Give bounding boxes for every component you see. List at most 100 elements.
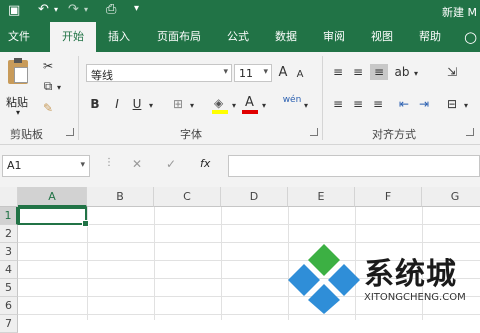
watermark-text: 系统城	[364, 257, 457, 292]
column-header[interactable]: C	[154, 187, 221, 207]
align-middle-icon[interactable]: ≡	[350, 64, 366, 80]
ribbon: 粘贴 ▾ ✂ ⧉ ▾ ✎ 剪贴板 等线 ▾ 11 ▾ A A B I U ▾ ⊞…	[0, 52, 480, 145]
decrease-font-size-button[interactable]: A	[294, 67, 306, 83]
tab-insert[interactable]: 插入	[100, 22, 138, 52]
orientation-dropdown-icon[interactable]: ▾	[412, 66, 420, 82]
name-box-value: A1	[7, 159, 22, 172]
alignment-group-label: 对齐方式	[372, 128, 416, 141]
align-bottom-icon[interactable]: ≡	[370, 64, 388, 80]
font-size-combo[interactable]: 11 ▾	[234, 64, 272, 82]
font-group-label: 字体	[180, 128, 202, 141]
column-header[interactable]: E	[288, 187, 355, 207]
redo-dropdown-icon[interactable]: ▾	[84, 5, 88, 14]
row-header[interactable]: 3	[0, 243, 18, 261]
tab-file[interactable]: 文件	[2, 22, 36, 52]
undo-icon[interactable]: ↶	[38, 2, 49, 17]
tab-data[interactable]: 数据	[268, 22, 304, 52]
align-right-icon[interactable]: ≡	[370, 96, 386, 112]
watermark-logo	[288, 244, 360, 314]
font-name-combo[interactable]: 等线 ▾	[86, 64, 232, 82]
underline-button[interactable]: U	[130, 96, 144, 112]
column-header[interactable]: F	[355, 187, 422, 207]
copy-icon[interactable]: ⧉	[40, 78, 56, 94]
column-header[interactable]: A	[18, 187, 87, 207]
fill-handle[interactable]	[82, 220, 89, 227]
print-preview-icon[interactable]: ⎙	[106, 2, 116, 17]
customize-qat-icon[interactable]: ▾	[134, 3, 139, 14]
cut-icon[interactable]: ✂	[40, 58, 56, 74]
tab-page-layout[interactable]: 页面布局	[150, 22, 208, 52]
redo-icon[interactable]: ↷	[68, 2, 79, 17]
orientation-icon[interactable]: ab	[394, 64, 410, 80]
document-title: 新建 M	[442, 6, 477, 19]
group-divider	[78, 56, 79, 140]
align-top-icon[interactable]: ≡	[330, 64, 346, 80]
grid-line	[18, 314, 480, 315]
tab-formulas[interactable]: 公式	[220, 22, 256, 52]
tab-home[interactable]: 开始	[50, 22, 96, 52]
font-size-value: 11	[239, 67, 253, 80]
tab-review[interactable]: 审阅	[316, 22, 352, 52]
column-header[interactable]: B	[87, 187, 154, 207]
format-painter-icon[interactable]: ✎	[40, 100, 56, 116]
row-header[interactable]: 2	[0, 225, 18, 243]
row-header[interactable]: 7	[0, 315, 18, 333]
decrease-indent-icon[interactable]: ⇤	[396, 96, 412, 112]
phonetic-dropdown-icon[interactable]: ▾	[302, 98, 310, 114]
font-launcher-icon[interactable]	[310, 128, 318, 136]
font-name-value: 等线	[91, 69, 113, 82]
grid-line	[18, 242, 480, 243]
row-header[interactable]: 4	[0, 261, 18, 279]
italic-button[interactable]: I	[110, 96, 124, 112]
title-bar: ▣ ↶ ▾ ↷ ▾ ⎙ ▾ 新建 M	[0, 0, 480, 22]
select-all-corner[interactable]	[0, 187, 18, 207]
paste-dropdown-icon[interactable]: ▾	[16, 108, 20, 117]
paste-button[interactable]: 粘贴 ▾	[4, 58, 34, 117]
clipboard-icon	[8, 58, 28, 84]
copy-dropdown-icon[interactable]: ▾	[55, 80, 63, 96]
chevron-down-icon: ▾	[80, 160, 85, 170]
row-header[interactable]: 6	[0, 297, 18, 315]
insert-function-button[interactable]: fx	[200, 157, 210, 170]
wrap-text-icon[interactable]: ⇲	[444, 64, 460, 80]
merge-center-icon[interactable]: ⊟	[444, 96, 460, 112]
watermark-subtext: XITONGCHENG.COM	[364, 292, 466, 303]
undo-dropdown-icon[interactable]: ▾	[54, 5, 58, 14]
clipboard-launcher-icon[interactable]	[66, 128, 74, 136]
font-color-icon[interactable]: A	[242, 95, 258, 114]
align-left-icon[interactable]: ≡	[330, 96, 346, 112]
chevron-down-icon: ▾	[223, 67, 228, 77]
alignment-launcher-icon[interactable]	[466, 128, 474, 136]
borders-dropdown-icon[interactable]: ▾	[188, 98, 196, 114]
tell-me-lightbulb-icon[interactable]: ○	[464, 28, 477, 46]
align-center-icon[interactable]: ≡	[350, 96, 366, 112]
formula-input[interactable]	[228, 155, 480, 177]
active-cell-a1[interactable]	[18, 207, 89, 227]
merge-dropdown-icon[interactable]: ▾	[462, 98, 470, 114]
increase-indent-icon[interactable]: ⇥	[416, 96, 432, 112]
formula-bar-grip-icon[interactable]: ⋮	[104, 157, 114, 168]
name-box[interactable]: A1 ▾	[2, 155, 90, 177]
tab-help[interactable]: 帮助	[412, 22, 448, 52]
tab-view[interactable]: 视图	[364, 22, 400, 52]
ribbon-tabs: 文件 开始 插入 页面布局 公式 数据 审阅 视图 帮助 ○	[0, 22, 480, 52]
clipboard-group-label: 剪贴板	[10, 128, 43, 141]
chevron-down-icon: ▾	[263, 67, 268, 77]
row-header[interactable]: 1	[0, 207, 18, 225]
save-icon[interactable]: ▣	[8, 3, 20, 18]
formula-bar: A1 ▾ ⋮ ✕ ✓ fx	[0, 145, 480, 187]
phonetic-guide-button[interactable]: wén	[282, 92, 302, 108]
borders-icon[interactable]: ⊞	[170, 96, 186, 112]
column-header[interactable]: G	[422, 187, 480, 207]
increase-font-size-button[interactable]: A	[276, 65, 290, 81]
fill-color-icon[interactable]: ◈	[212, 96, 228, 114]
font-color-dropdown-icon[interactable]: ▾	[260, 98, 268, 114]
underline-dropdown-icon[interactable]: ▾	[147, 98, 155, 114]
row-header[interactable]: 5	[0, 279, 18, 297]
enter-icon[interactable]: ✓	[166, 157, 176, 171]
column-header[interactable]: D	[221, 187, 288, 207]
fill-color-dropdown-icon[interactable]: ▾	[230, 98, 238, 114]
group-divider	[322, 56, 323, 140]
bold-button[interactable]: B	[88, 96, 102, 112]
cancel-icon[interactable]: ✕	[132, 157, 142, 171]
